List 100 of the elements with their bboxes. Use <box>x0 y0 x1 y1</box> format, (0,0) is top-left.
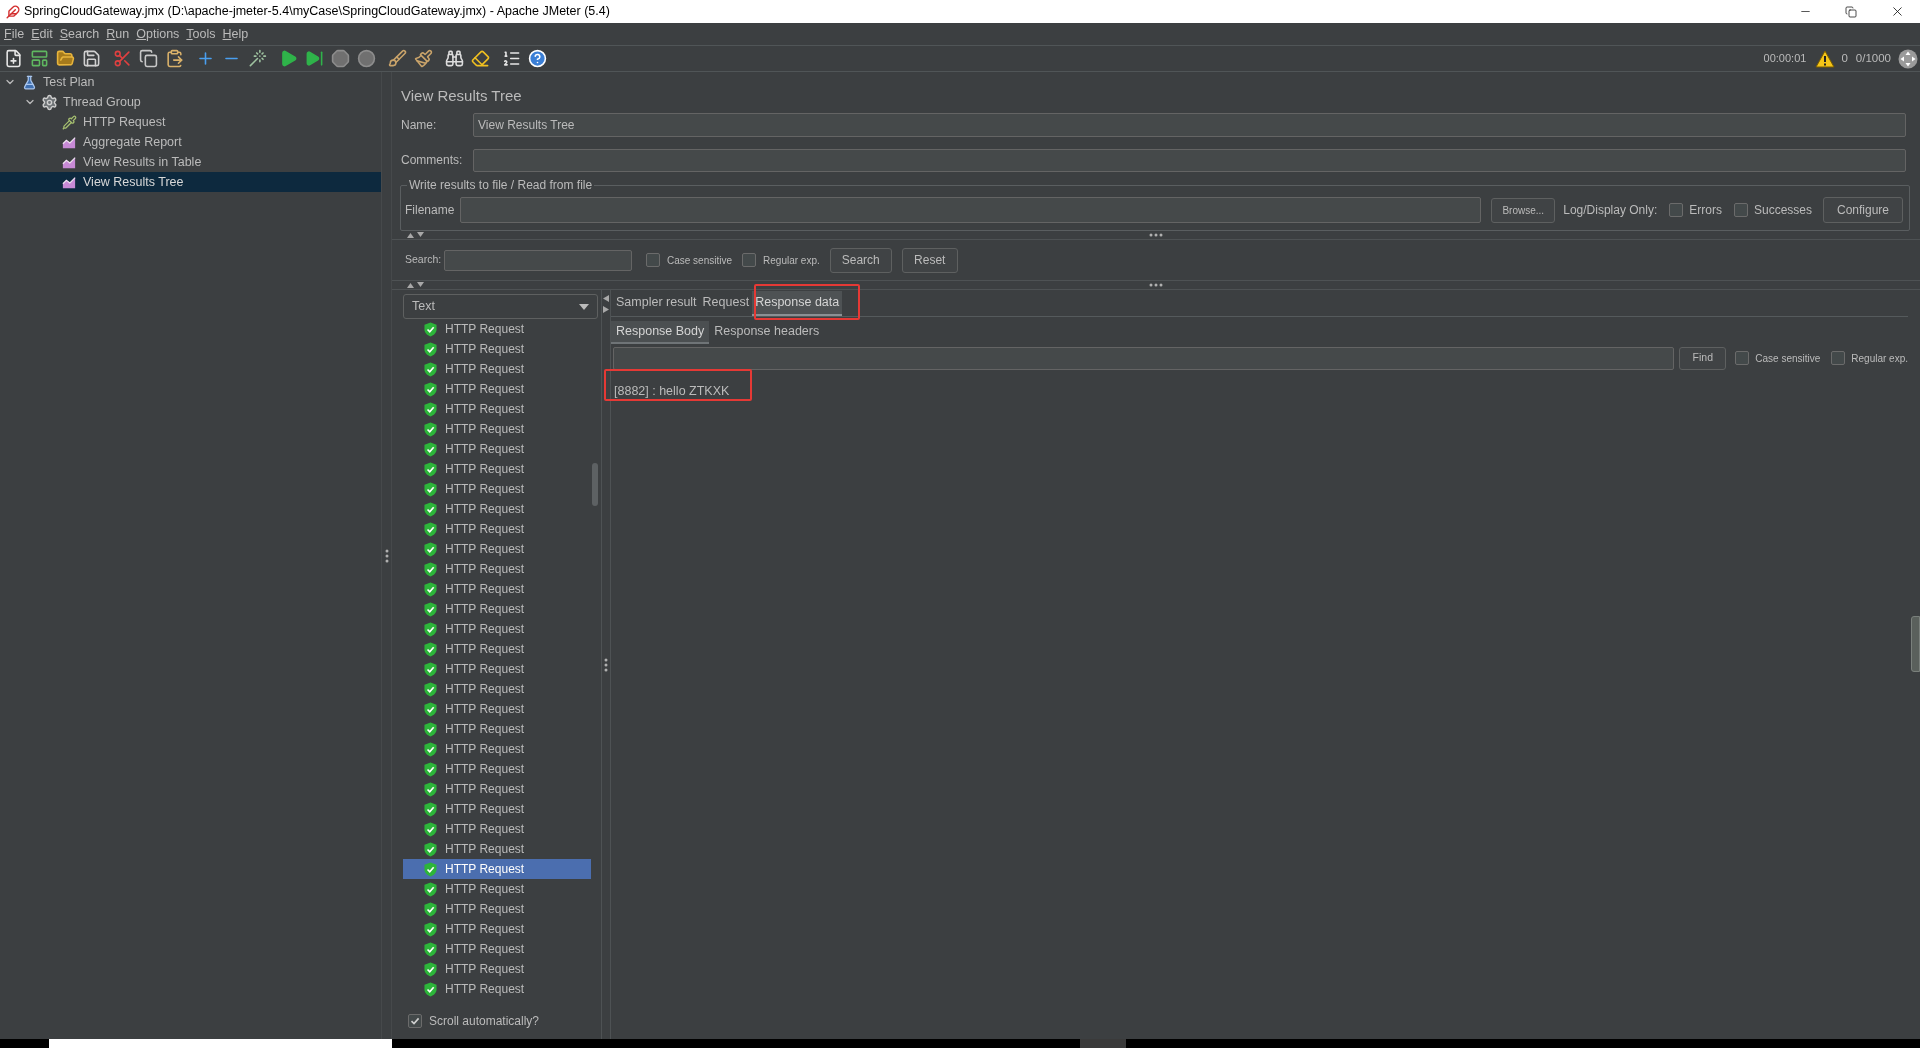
result-item[interactable]: HTTP Request <box>403 719 591 739</box>
result-item[interactable]: HTTP Request <box>403 879 591 899</box>
checkbox[interactable] <box>742 253 757 267</box>
layout-icon[interactable] <box>29 49 49 68</box>
result-item[interactable]: HTTP Request <box>403 639 591 659</box>
result-item[interactable]: HTTP Request <box>403 559 591 579</box>
result-item[interactable]: HTTP Request <box>403 399 591 419</box>
tree-item[interactable]: Aggregate Report <box>0 132 381 152</box>
configure-button[interactable]: Configure <box>1823 197 1903 223</box>
result-item[interactable]: HTTP Request <box>403 839 591 859</box>
search-field[interactable] <box>444 249 632 271</box>
find-field[interactable] <box>613 346 1675 370</box>
side-handle[interactable] <box>1911 616 1920 672</box>
checkbox[interactable] <box>1735 351 1750 365</box>
tree-item[interactable]: Test Plan <box>0 72 381 92</box>
result-item[interactable]: HTTP Request <box>403 899 591 919</box>
grip-dots-icon[interactable] <box>1149 283 1163 287</box>
comments-field[interactable] <box>473 148 1906 172</box>
tab[interactable]: Request <box>699 291 753 316</box>
result-item[interactable]: HTTP Request <box>403 819 591 839</box>
brush-icon[interactable] <box>387 49 407 68</box>
menu-item[interactable]: Tools <box>186 26 216 42</box>
split-arrows-icon[interactable] <box>406 282 426 288</box>
folder-icon[interactable] <box>55 49 75 68</box>
tree-item[interactable]: View Results Tree <box>0 172 381 192</box>
result-item[interactable]: HTTP Request <box>403 799 591 819</box>
result-item[interactable]: HTTP Request <box>403 619 591 639</box>
grip-dots-icon[interactable] <box>384 548 389 563</box>
question-mark-icon[interactable] <box>527 49 547 68</box>
result-item[interactable]: HTTP Request <box>403 459 591 479</box>
checkbox[interactable] <box>1669 203 1684 217</box>
skip-forward-icon[interactable] <box>304 49 324 68</box>
result-item[interactable]: HTTP Request <box>403 439 591 459</box>
split-arrows-icon[interactable] <box>603 295 609 313</box>
grip-dots-icon[interactable] <box>604 657 608 672</box>
warning-icon[interactable] <box>1815 49 1836 68</box>
restore-icon <box>1845 5 1857 18</box>
result-item[interactable]: HTTP Request <box>403 659 591 679</box>
copy-icon[interactable] <box>138 49 158 68</box>
filename-field[interactable] <box>460 197 1482 223</box>
result-item[interactable]: HTTP Request <box>403 519 591 539</box>
tree-item[interactable]: View Results in Table <box>0 152 381 172</box>
result-item[interactable]: HTTP Request <box>403 699 591 719</box>
result-item[interactable]: HTTP Request <box>403 759 591 779</box>
result-item[interactable]: HTTP Request <box>403 419 591 439</box>
result-item[interactable]: HTTP Request <box>403 539 591 559</box>
tree-item[interactable]: HTTP Request <box>0 112 381 132</box>
tree-item[interactable]: Thread Group <box>0 92 381 112</box>
browse-button[interactable]: Browse... <box>1491 197 1556 223</box>
split-arrows-icon[interactable] <box>406 232 426 238</box>
wand-icon[interactable] <box>247 49 267 68</box>
clipboard-icon[interactable] <box>164 49 184 68</box>
tab[interactable]: Response data <box>752 291 843 316</box>
menu-item[interactable]: Search <box>59 26 100 42</box>
tab[interactable]: Response headers <box>709 321 825 344</box>
menu-item[interactable]: Help <box>222 26 249 42</box>
checkbox[interactable] <box>646 253 660 267</box>
area-chart-icon <box>62 155 76 169</box>
result-item[interactable]: HTTP Request <box>403 679 591 699</box>
result-item[interactable]: HTTP Request <box>403 739 591 759</box>
search-button[interactable]: Search <box>829 247 892 273</box>
result-item[interactable]: HTTP Request <box>403 859 591 879</box>
result-item[interactable]: HTTP Request <box>403 939 591 959</box>
find-button[interactable]: Find <box>1679 346 1727 370</box>
result-item[interactable]: HTTP Request <box>403 779 591 799</box>
result-item[interactable]: HTTP Request <box>403 979 591 999</box>
paintbrush-icon[interactable] <box>413 49 433 68</box>
checkbox[interactable] <box>1831 351 1846 365</box>
result-item[interactable]: HTTP Request <box>403 339 591 359</box>
binoculars-icon[interactable] <box>444 49 464 68</box>
result-item[interactable]: HTTP Request <box>403 479 591 499</box>
result-item[interactable]: HTTP Request <box>403 359 591 379</box>
result-item[interactable]: HTTP Request <box>403 379 591 399</box>
group-title: Write results to file / Read from file <box>408 178 594 192</box>
tab[interactable]: Response Body <box>611 321 710 344</box>
area-chart-icon <box>62 135 76 149</box>
menu-item[interactable]: Run <box>106 26 130 42</box>
renderer-dropdown[interactable]: Text <box>403 294 598 319</box>
result-item[interactable]: HTTP Request <box>403 499 591 519</box>
file-plus-icon[interactable] <box>3 49 23 68</box>
result-item[interactable]: HTTP Request <box>403 959 591 979</box>
checkbox[interactable] <box>408 1014 422 1028</box>
list-icon[interactable] <box>501 49 521 68</box>
eraser-icon[interactable] <box>470 49 490 68</box>
checkbox[interactable] <box>1733 203 1748 217</box>
menu-item[interactable]: File <box>4 26 25 42</box>
reset-button[interactable]: Reset <box>901 247 958 273</box>
result-item[interactable]: HTTP Request <box>403 319 591 339</box>
menu-item[interactable]: Options <box>136 26 180 42</box>
scissors-icon[interactable] <box>112 49 132 68</box>
result-item[interactable]: HTTP Request <box>403 579 591 599</box>
result-item[interactable]: HTTP Request <box>403 919 591 939</box>
result-item[interactable]: HTTP Request <box>403 599 591 619</box>
grip-dots-icon[interactable] <box>1149 233 1163 237</box>
name-field[interactable]: View Results Tree <box>473 113 1906 137</box>
circle-arrows-icon[interactable] <box>1898 48 1918 69</box>
field-label: Filename <box>405 202 456 219</box>
tab[interactable]: Sampler result <box>613 291 700 316</box>
scroll-thumb[interactable] <box>592 463 598 506</box>
menu-item[interactable]: Edit <box>31 26 53 42</box>
